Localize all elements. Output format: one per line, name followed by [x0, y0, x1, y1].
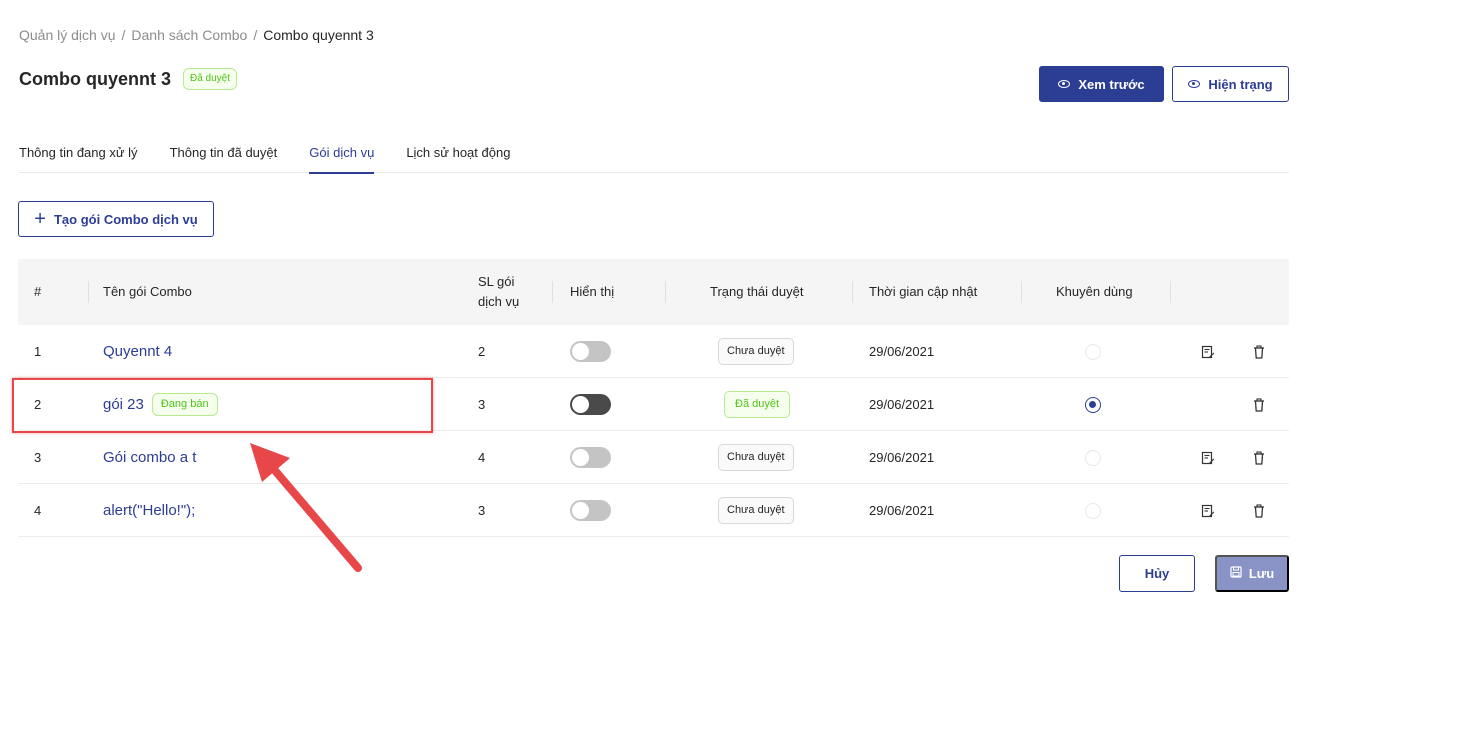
- create-combo-package-button[interactable]: + Tạo gói Combo dịch vụ: [18, 201, 214, 237]
- header-divider: [1170, 281, 1171, 303]
- tab-bar: Thông tin đang xử lý Thông tin đã duyệt …: [19, 133, 1289, 174]
- cancel-button[interactable]: Hủy: [1119, 555, 1195, 592]
- header-updated-time: Thời gian cập nhật: [869, 284, 978, 299]
- row-index: 4: [34, 503, 42, 518]
- display-toggle[interactable]: [570, 447, 611, 468]
- footer-actions: Hủy Lưu: [1119, 555, 1289, 592]
- approval-status-tag: Chưa duyệt: [718, 497, 794, 524]
- approval-status-tag: Chưa duyệt: [718, 338, 794, 365]
- header-index: #: [34, 284, 42, 299]
- display-toggle[interactable]: [570, 500, 611, 521]
- header-approval-status: Trạng thái duyệt: [710, 284, 804, 299]
- updated-date: 29/06/2021: [869, 450, 935, 465]
- header-service-count-line1: SL gói: [478, 274, 515, 289]
- header-service-count-line2: dịch vụ: [478, 294, 520, 309]
- preview-button[interactable]: Xem trước: [1039, 66, 1164, 102]
- header-service-count: SL gói dịch vụ: [478, 259, 519, 325]
- table-row: 1 Quyennt 4 2 Chưa duyệt 29/06/2021: [18, 325, 1289, 378]
- eye-icon: [1188, 80, 1201, 88]
- recommended-radio[interactable]: [1085, 502, 1101, 519]
- header-recommended: Khuyên dùng: [1056, 284, 1133, 299]
- plus-icon: +: [34, 208, 46, 230]
- recommended-radio[interactable]: [1085, 449, 1101, 466]
- table-row: 2 gói 23 Đang bán 3 Đã duyệt 29/06/2021: [18, 378, 1289, 431]
- header-divider: [88, 281, 89, 303]
- page-title: Combo quyennt 3: [19, 68, 171, 89]
- header-divider: [852, 281, 853, 303]
- updated-date: 29/06/2021: [869, 503, 935, 518]
- breadcrumb-separator: /: [253, 27, 258, 43]
- combo-name-link[interactable]: alert("Hello!");: [103, 502, 195, 519]
- table-row: 4 alert("Hello!"); 3 Chưa duyệt 29/06/20…: [18, 484, 1289, 537]
- row-index: 3: [34, 450, 42, 465]
- approval-status-tag: Chưa duyệt: [718, 444, 794, 471]
- header-name: Tên gói Combo: [103, 284, 192, 299]
- current-state-button-label: Hiện trạng: [1208, 76, 1273, 92]
- header-divider: [552, 281, 553, 303]
- save-icon: [1230, 566, 1242, 581]
- breadcrumb: Quản lý dịch vụ / Danh sách Combo / Comb…: [19, 27, 374, 43]
- tab-processing-info[interactable]: Thông tin đang xử lý: [19, 133, 138, 173]
- combo-name-link[interactable]: Gói combo a t: [103, 449, 196, 466]
- combo-name-link[interactable]: Quyennt 4: [103, 343, 172, 360]
- header-divider: [1021, 281, 1022, 303]
- updated-date: 29/06/2021: [869, 397, 935, 412]
- tab-service-packages[interactable]: Gói dịch vụ: [309, 133, 375, 174]
- row-index: 2: [34, 397, 42, 412]
- approval-status-tag: Đã duyệt: [724, 391, 791, 418]
- delete-icon[interactable]: [1251, 503, 1267, 519]
- table-row: 3 Gói combo a t 4 Chưa duyệt 29/06/2021: [18, 431, 1289, 484]
- save-button[interactable]: Lưu: [1215, 555, 1289, 592]
- service-count: 3: [478, 503, 486, 518]
- recommended-radio[interactable]: [1085, 396, 1101, 413]
- breadcrumb-item-combo-list[interactable]: Danh sách Combo: [131, 27, 247, 43]
- tab-approved-info[interactable]: Thông tin đã duyệt: [170, 133, 278, 173]
- table-header: # Tên gói Combo SL gói dịch vụ Hiển thị …: [18, 259, 1289, 325]
- display-toggle[interactable]: [570, 341, 611, 362]
- current-state-button[interactable]: Hiện trạng: [1172, 66, 1289, 102]
- service-count: 4: [478, 450, 486, 465]
- header-actions: Xem trước Hiện trạng: [1039, 66, 1289, 102]
- title-row: Combo quyennt 3 Đã duyệt: [19, 68, 238, 90]
- recommended-radio[interactable]: [1085, 343, 1101, 360]
- combo-name-link[interactable]: gói 23: [103, 396, 144, 413]
- status-badge: Đã duyệt: [183, 68, 238, 90]
- updated-date: 29/06/2021: [869, 344, 935, 359]
- header-divider: [665, 281, 666, 303]
- delete-icon[interactable]: [1251, 397, 1267, 413]
- service-count: 3: [478, 397, 486, 412]
- eye-icon: [1058, 80, 1071, 88]
- service-count: 2: [478, 344, 486, 359]
- breadcrumb-item-service-management[interactable]: Quản lý dịch vụ: [19, 27, 116, 43]
- selling-tag: Đang bán: [151, 393, 218, 416]
- edit-icon[interactable]: [1200, 344, 1216, 360]
- tab-activity-history[interactable]: Lịch sử hoạt động: [406, 133, 510, 173]
- save-button-label: Lưu: [1248, 566, 1275, 581]
- breadcrumb-current: Combo quyennt 3: [263, 27, 374, 43]
- delete-icon[interactable]: [1251, 344, 1267, 360]
- preview-button-label: Xem trước: [1078, 76, 1145, 92]
- create-combo-package-label: Tạo gói Combo dịch vụ: [53, 211, 198, 227]
- display-toggle[interactable]: [570, 394, 611, 415]
- delete-icon[interactable]: [1251, 450, 1267, 466]
- breadcrumb-separator: /: [121, 27, 126, 43]
- header-display: Hiển thị: [570, 284, 615, 299]
- combo-package-table: # Tên gói Combo SL gói dịch vụ Hiển thị …: [18, 259, 1289, 537]
- row-index: 1: [34, 344, 42, 359]
- edit-icon[interactable]: [1200, 450, 1216, 466]
- edit-icon[interactable]: [1200, 503, 1216, 519]
